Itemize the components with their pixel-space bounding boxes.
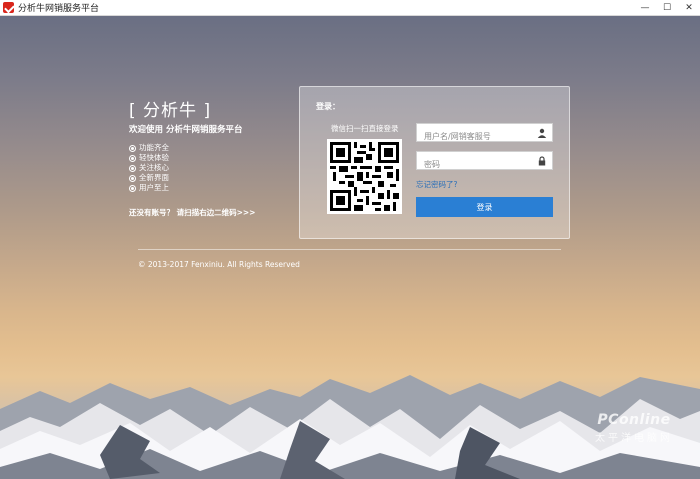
window-controls: — ☐ ✕ — [634, 0, 700, 16]
password-input[interactable] — [417, 156, 535, 173]
divider — [138, 249, 561, 250]
user-icon — [537, 128, 547, 138]
minimize-button[interactable]: — — [634, 0, 656, 16]
check-circle-icon — [129, 174, 136, 182]
login-button[interactable]: 登录 — [416, 197, 553, 217]
qr-caption: 微信扫一扫直接登录 — [331, 124, 399, 133]
feature-list: 功能齐全 轻快体验 关注核心 全新界面 用户至上 — [129, 143, 169, 193]
check-circle-icon — [129, 154, 136, 162]
welcome-text: 欢迎使用 分析牛网销服务平台 — [129, 125, 243, 135]
qr-code-image — [330, 142, 399, 211]
brand-title: [ 分析牛 ] — [129, 101, 212, 121]
check-circle-icon — [129, 164, 136, 172]
window-title: 分析牛网销服务平台 — [18, 4, 100, 14]
window-titlebar: 分析牛网销服务平台 — ☐ ✕ — [0, 0, 700, 16]
forgot-password-link[interactable]: 忘记密码了? — [416, 179, 457, 190]
watermark-subtitle: 太平洋电脑网 — [595, 433, 673, 444]
close-button[interactable]: ✕ — [678, 0, 700, 16]
lock-icon — [538, 156, 546, 166]
username-field — [416, 123, 553, 145]
username-input[interactable] — [417, 128, 535, 145]
check-circle-icon — [129, 184, 136, 192]
feature-item: 关注核心 — [129, 163, 169, 173]
login-heading: 登录： — [316, 102, 340, 111]
password-field — [416, 151, 553, 173]
register-prompt: 还没有账号？ 请扫描右边二维码>>> — [129, 208, 256, 217]
feature-item: 轻快体验 — [129, 153, 169, 163]
feature-item: 功能齐全 — [129, 143, 169, 153]
app-logo-icon — [3, 2, 14, 13]
qr-code — [327, 139, 402, 214]
feature-item: 全新界面 — [129, 173, 169, 183]
copyright-text: © 2013-2017 Fenxiniu. All Rights Reserve… — [138, 260, 300, 269]
pconline-watermark: PConline 太平洋电脑网 — [578, 412, 690, 452]
maximize-button[interactable]: ☐ — [656, 0, 678, 16]
login-panel: 登录： 微信扫一扫直接登录 用户名/网销客服号 忘记密码了? 登录 — [299, 86, 570, 239]
watermark-brand: PConline — [597, 412, 671, 428]
check-circle-icon — [129, 144, 136, 152]
feature-item: 用户至上 — [129, 183, 169, 193]
